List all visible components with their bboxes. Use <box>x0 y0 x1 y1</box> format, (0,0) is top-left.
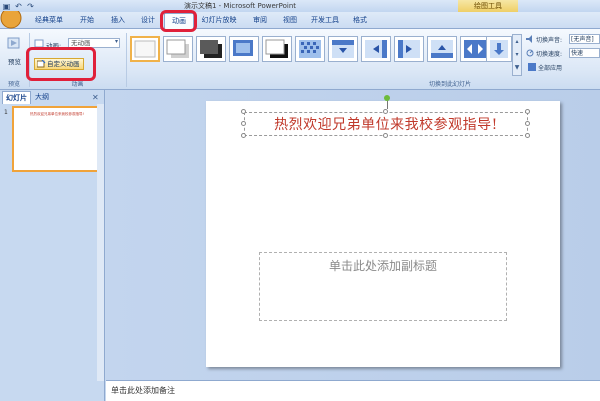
redo-icon[interactable]: ↷ <box>26 2 35 11</box>
transition-sound-label: 切换声音: <box>536 37 563 44</box>
thumbnail-title-text: 热烈欢迎兄弟单位来我校参观指导! <box>30 112 84 116</box>
resize-handle[interactable] <box>241 109 246 114</box>
resize-handle[interactable] <box>241 133 246 138</box>
transition-cut[interactable] <box>229 36 259 62</box>
notes-pane[interactable] <box>106 380 600 401</box>
tab-format[interactable]: 格式 <box>346 13 374 27</box>
office-button[interactable] <box>0 11 26 29</box>
preview-button-label[interactable]: 预览 <box>8 56 21 66</box>
tab-outline[interactable]: 大纲 <box>32 91 52 103</box>
tab-slides[interactable]: 幻灯片 <box>2 91 31 104</box>
transition-fade-black[interactable] <box>196 36 226 62</box>
transition-wipe-up[interactable] <box>427 36 457 62</box>
transition-cut-black[interactable] <box>262 36 292 62</box>
transition-wipe-left[interactable] <box>361 36 391 62</box>
resize-handle[interactable] <box>525 109 530 114</box>
speed-icon <box>526 49 534 57</box>
transition-fade-smooth[interactable] <box>163 36 193 62</box>
context-tab-drawing-tools[interactable]: 绘图工具 <box>458 0 518 12</box>
tab-classic-menu[interactable]: 经典菜单 <box>30 13 68 27</box>
transition-none[interactable] <box>130 36 160 62</box>
save-icon[interactable]: ▣ <box>2 2 11 11</box>
transition-sound-dropdown[interactable]: [无声音] <box>569 34 600 44</box>
slide-number: 1 <box>4 109 8 116</box>
pane-tabs: 幻灯片 大纲 <box>0 91 104 104</box>
apply-all-icon <box>528 63 536 71</box>
notes-placeholder[interactable]: 单击此处添加备注 <box>111 385 175 396</box>
rotation-handle[interactable] <box>384 95 390 101</box>
slides-pane-scrollbar[interactable] <box>97 104 104 381</box>
ribbon-separator <box>126 33 127 87</box>
chevron-up-icon[interactable]: ▴ <box>513 35 521 48</box>
chevron-down-icon[interactable]: ▾ <box>115 38 118 45</box>
slide[interactable] <box>206 101 560 367</box>
highlight-custom-animation <box>26 47 96 81</box>
sound-icon <box>526 35 534 43</box>
undo-icon[interactable]: ↶ <box>14 2 23 11</box>
close-icon[interactable]: ✕ <box>92 93 99 102</box>
transition-speed-label: 切换速度: <box>536 51 563 58</box>
tab-slide-show[interactable]: 幻灯片放映 <box>196 13 242 27</box>
tab-design[interactable]: 设计 <box>134 13 162 27</box>
resize-handle[interactable] <box>383 109 388 114</box>
quick-access-toolbar: ▣ ↶ ↷ <box>2 1 35 11</box>
slide-title[interactable]: 热烈欢迎兄弟单位来我校参观指导! <box>244 114 528 134</box>
slide-thumbnail[interactable]: 热烈欢迎兄弟单位来我校参观指导! <box>12 106 100 172</box>
resize-handle[interactable] <box>525 133 530 138</box>
rotation-line <box>387 100 388 109</box>
animate-dropdown-value: 无动画 <box>71 39 91 47</box>
tab-view[interactable]: 视图 <box>276 13 304 27</box>
highlight-animations-tab <box>160 10 197 32</box>
resize-handle[interactable] <box>241 121 246 126</box>
transition-dissolve[interactable] <box>295 36 325 62</box>
tab-home[interactable]: 开始 <box>72 13 102 27</box>
group-label-transition: 切换到此幻灯片 <box>428 81 471 88</box>
transition-wipe-down[interactable] <box>328 36 358 62</box>
transition-speed-value: 快速 <box>571 50 584 57</box>
group-label-preview: 预览 <box>7 81 20 88</box>
preview-icon[interactable] <box>6 36 22 52</box>
chevron-down-icon[interactable]: ▾ <box>513 48 521 61</box>
gallery-expand-icon[interactable]: ▼ <box>513 61 521 74</box>
resize-handle[interactable] <box>383 133 388 138</box>
transition-push-down[interactable] <box>486 36 512 62</box>
transition-wipe-right[interactable] <box>394 36 424 62</box>
tab-review[interactable]: 审阅 <box>246 13 274 27</box>
resize-handle[interactable] <box>525 121 530 126</box>
subtitle-placeholder-text[interactable]: 单击此处添加副标题 <box>259 257 507 274</box>
apply-to-all-button[interactable]: 全部应用 <box>538 63 562 72</box>
tab-developer[interactable]: 开发工具 <box>306 13 344 27</box>
tab-insert[interactable]: 插入 <box>104 13 132 27</box>
gallery-scroll[interactable]: ▴ ▾ ▼ <box>512 34 522 76</box>
transition-speed-dropdown[interactable]: 快速 <box>569 48 600 58</box>
transition-sound-value: [无声音] <box>571 36 594 43</box>
